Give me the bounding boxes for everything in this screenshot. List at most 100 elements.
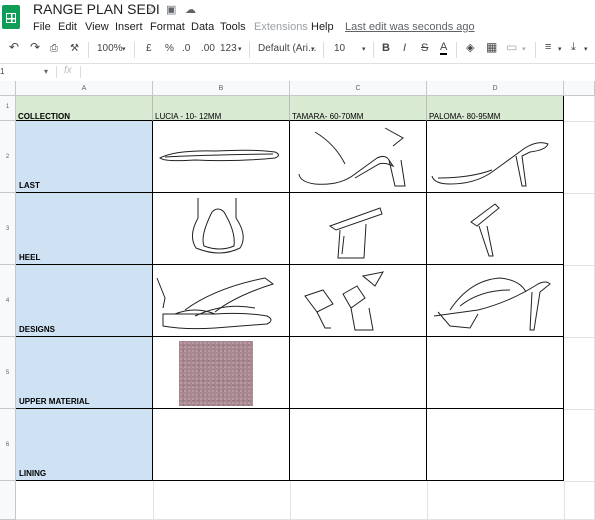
header-cell-lucia[interactable]: LUCIA - 10- 12MM [153,96,290,121]
name-box-dropdown-icon[interactable]: ▾ [44,67,48,76]
formula-input[interactable] [90,66,590,78]
paloma-design-sketch [433,277,551,331]
undo-icon[interactable]: ↶ [9,40,19,54]
last-edit-link[interactable]: Last edit was seconds ago [345,21,475,33]
lucia-heel-sketch [192,198,244,254]
select-all-corner[interactable] [0,81,16,96]
gridline [564,337,595,338]
row-header-5[interactable]: 5 [0,337,16,409]
function-icon: fx [64,65,72,76]
lucia-design-sketch [156,277,275,330]
row-label-upper-material[interactable]: UPPER MATERIAL [16,337,153,409]
column-header-e[interactable] [564,81,595,96]
row-label-last[interactable]: LAST [16,121,153,193]
borders-icon[interactable]: ▦ [486,40,497,54]
row-label-text: DESIGNS [19,325,56,334]
gridline [564,265,595,266]
cloud-status-icon[interactable]: ☁ [185,3,196,16]
header-cell-collection[interactable]: COLLECTION [16,96,153,121]
percent-format-button[interactable]: % [165,43,174,54]
gridline [564,121,595,122]
font-dropdown-icon[interactable]: ▾ [311,45,315,53]
row-header-3[interactable]: 3 [0,193,16,265]
star-icon[interactable]: ☆ [147,3,157,16]
menu-format[interactable]: Format [150,21,185,33]
gridline [153,481,154,520]
align-left-icon[interactable]: ≡ [545,41,551,53]
header-cell-paloma[interactable]: PALOMA- 80-95MM [427,96,564,121]
merge-cells-icon[interactable]: ▭ [506,40,517,54]
tamara-last-sketch [298,127,406,187]
cell-c6[interactable] [290,409,427,481]
lucia-last-sketch [159,149,279,162]
cell-reference[interactable]: 1 [0,67,4,76]
formats-dropdown-icon[interactable]: ▾ [238,45,242,53]
merge-dropdown-icon[interactable]: ▾ [522,45,526,53]
row-label-lining[interactable]: LINING [16,409,153,481]
italic-button[interactable]: I [403,42,406,54]
toolbar-divider [373,42,374,58]
currency-format-button[interactable]: £ [146,43,152,54]
vertical-align-icon[interactable]: ⤓ [571,41,576,54]
tamara-heel-sketch [328,207,383,259]
cell-d5[interactable] [427,337,564,409]
move-folder-icon[interactable]: ▣ [166,3,176,16]
row-label-text: LAST [19,181,40,190]
vertical-align-dropdown-icon[interactable]: ▾ [584,45,588,53]
font-size-dropdown-icon[interactable]: ▾ [362,45,366,53]
gridline [564,481,565,520]
strikethrough-button[interactable]: S [421,42,428,54]
zoom-select[interactable]: 100% [97,43,123,54]
menu-edit[interactable]: Edit [58,21,77,33]
menu-view[interactable]: View [85,21,109,33]
row-label-text: LINING [19,469,47,478]
paint-format-icon[interactable]: ⚒ [70,43,79,54]
cell-d6[interactable] [427,409,564,481]
column-header-c[interactable]: C [290,81,427,96]
increase-decimal-button[interactable]: .00 [201,43,215,54]
tamara-design-sketch [304,271,384,331]
menu-file[interactable]: File [33,21,51,33]
column-header-a[interactable]: A [16,81,153,96]
header-cell-tamara[interactable]: TAMARA- 60-70MM [290,96,427,121]
gridline [290,481,291,520]
menu-extensions[interactable]: Extensions [254,21,308,33]
gridline [427,481,428,520]
redo-icon[interactable]: ↷ [30,40,40,54]
cell-c5[interactable] [290,337,427,409]
print-icon[interactable]: ⎙ [50,43,58,54]
column-header-d[interactable]: D [427,81,564,96]
more-formats-button[interactable]: 123 [220,43,237,54]
document-title[interactable]: RANGE PLAN SEDI [33,1,160,17]
font-size-select[interactable]: 10 [334,43,345,54]
zoom-dropdown-icon[interactable]: ▾ [122,45,126,53]
paloma-heel-sketch [470,203,500,257]
row-header-6[interactable]: 6 [0,409,16,481]
column-header-b[interactable]: B [153,81,290,96]
row-header-7[interactable] [0,481,16,520]
toolbar-divider [134,42,135,58]
row-header-1[interactable]: 1 [0,96,16,121]
menu-tools[interactable]: Tools [220,21,246,33]
font-select[interactable]: Default (Ari... [258,43,316,54]
fill-color-icon[interactable]: ◈ [466,41,474,54]
cell-b6[interactable] [153,409,290,481]
row-header-4[interactable]: 4 [0,265,16,337]
align-dropdown-icon[interactable]: ▾ [558,45,562,53]
text-color-button[interactable]: A [440,41,448,55]
formula-divider [80,66,81,78]
menu-data[interactable]: Data [191,21,214,33]
toolbar-divider [535,42,536,58]
formula-divider [56,66,57,78]
decrease-decimal-button[interactable]: .0 [182,43,190,54]
menu-insert[interactable]: Insert [115,21,143,33]
sheets-logo-icon[interactable] [2,5,20,29]
row-label-designs[interactable]: DESIGNS [16,265,153,337]
toolbar-divider [88,42,89,58]
menu-help[interactable]: Help [311,21,334,33]
toolbar-divider [249,42,250,58]
row-header-2[interactable]: 2 [0,121,16,193]
bold-button[interactable]: B [382,42,390,54]
row-label-heel[interactable]: HEEL [16,193,153,265]
row-label-text: UPPER MATERIAL [19,397,90,406]
